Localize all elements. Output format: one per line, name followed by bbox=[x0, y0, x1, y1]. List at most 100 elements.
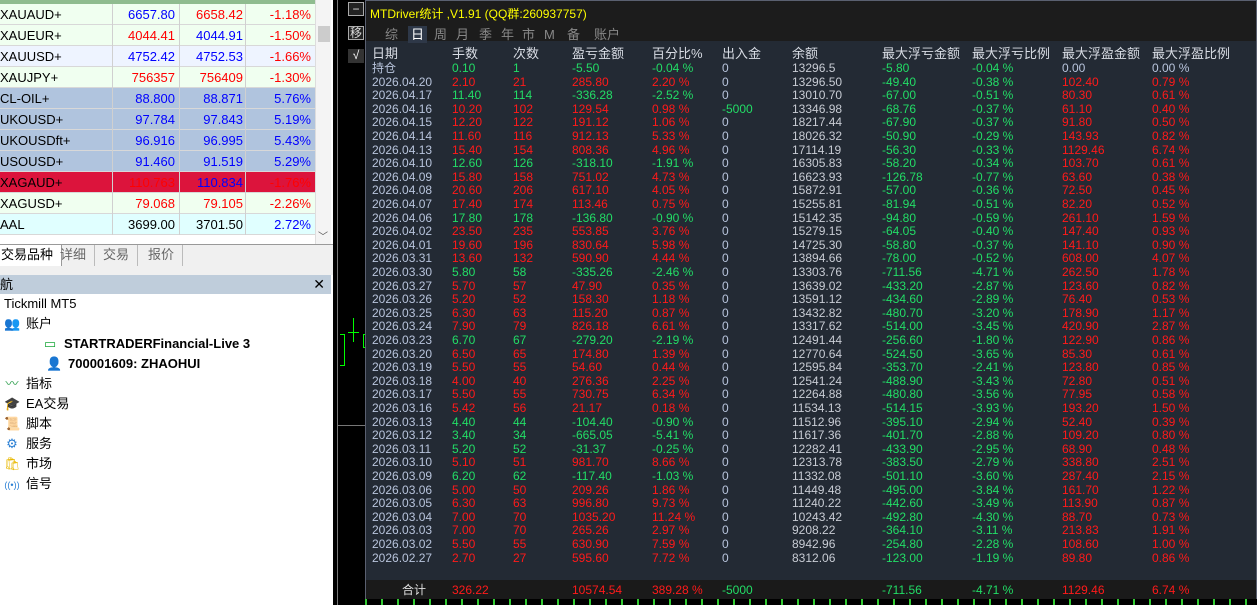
scroll-down-icon[interactable]: ﹀ bbox=[318, 228, 328, 243]
market-watch-row[interactable]: XAUJPY+ 756357 756409 -1.30% bbox=[0, 67, 315, 88]
panel-tab[interactable]: M bbox=[541, 26, 558, 43]
cell-count: 178 bbox=[513, 210, 534, 225]
market-watch-row[interactable]: AAL 3699.00 3701.50 2.72% bbox=[0, 214, 315, 235]
navigator-item[interactable]: 🛍 市场 bbox=[4, 454, 52, 474]
cell-deposit: 0 bbox=[722, 387, 729, 402]
cell-balance: 12491.44 bbox=[792, 333, 843, 347]
cell-date: 2026.04.02 bbox=[372, 224, 433, 239]
cell-max-float-loss-pct: -0.37 % bbox=[972, 237, 1014, 252]
cell-balance: 15255.81 bbox=[792, 197, 843, 211]
cell-lots: 17.40 bbox=[452, 197, 483, 211]
cell-percent: 2.97 % bbox=[652, 523, 690, 538]
market-watch-row[interactable]: XAGUSD+ 79.068 79.105 -2.26% bbox=[0, 193, 315, 214]
axis-tick bbox=[1037, 599, 1039, 605]
cell-lots: 6.50 bbox=[452, 346, 476, 361]
cell-date: 2026.03.10 bbox=[372, 455, 433, 470]
market-watch-row[interactable]: XAUEUR+ 4044.41 4044.91 -1.50% bbox=[0, 25, 315, 46]
market-watch-row[interactable]: XAUUSD+ 4752.42 4752.53 -1.66% bbox=[0, 46, 315, 67]
market-watch-row[interactable]: CL-OIL+ 88.800 88.871 5.76% bbox=[0, 88, 315, 109]
navigator-item[interactable]: ▭ STARTRADERFinancial-Live 3 bbox=[42, 334, 250, 354]
ask-price: 79.105 bbox=[203, 196, 243, 211]
cell-lots: 3.40 bbox=[452, 428, 476, 443]
symbol-name: XAUAUD+ bbox=[0, 7, 62, 22]
axis-tick bbox=[429, 599, 431, 605]
tab-ticks[interactable]: 报价 bbox=[140, 245, 184, 267]
cell-lots: 13.60 bbox=[452, 251, 483, 266]
expert-advisor-icon: 🎓 bbox=[4, 396, 21, 411]
market-watch-row[interactable]: USOUSD+ 91.460 91.519 5.29% bbox=[0, 151, 315, 172]
cell-balance: 16623.93 bbox=[792, 169, 843, 184]
panel-tab[interactable]: 综 bbox=[382, 26, 401, 43]
panel-tab[interactable]: 备 bbox=[564, 26, 583, 43]
cell-max-float-loss-pct: -3.56 % bbox=[972, 387, 1014, 402]
cell-count: 70 bbox=[513, 509, 527, 524]
cell-max-float-profit: 1129.46 bbox=[1062, 142, 1105, 157]
cell-date: 2026.04.14 bbox=[372, 129, 433, 143]
daily-change: -2.26% bbox=[269, 196, 311, 211]
tab-details[interactable]: 详细 bbox=[52, 245, 96, 267]
cell-deposit: 0 bbox=[722, 319, 729, 334]
cell-count: 65 bbox=[513, 346, 527, 361]
axis-tick bbox=[1069, 599, 1071, 605]
navigator-item[interactable]: 〰指标 bbox=[4, 374, 52, 394]
bid-price: 79.068 bbox=[135, 196, 175, 211]
cell-lots: 19.60 bbox=[452, 237, 483, 252]
panel-tab[interactable]: 日 bbox=[408, 26, 428, 43]
cell-max-float-loss-pct: -2.79 % bbox=[972, 455, 1014, 470]
cell-max-float-loss-pct: -2.28 % bbox=[972, 537, 1014, 551]
close-icon[interactable]: ✕ bbox=[313, 275, 325, 294]
ask-price: 4044.91 bbox=[196, 28, 243, 43]
cell-max-float-loss-pct: -0.04 % bbox=[972, 61, 1014, 75]
panel-tab[interactable]: 年 bbox=[498, 26, 517, 43]
market-watch-scrollbar[interactable]: ﹀ bbox=[315, 0, 331, 245]
cell-count: 63 bbox=[513, 305, 527, 320]
total-deposit: -5000 bbox=[722, 583, 753, 597]
chart-area[interactable] bbox=[333, 0, 367, 605]
panel-tab[interactable]: 账户 bbox=[591, 26, 623, 43]
navigator-item[interactable]: 👥 账户 bbox=[4, 314, 52, 334]
cell-balance: 13346.98 bbox=[792, 101, 843, 116]
navigator-item[interactable]: 📜 脚本 bbox=[4, 414, 52, 434]
cell-deposit: 0 bbox=[722, 550, 729, 565]
market-watch-row[interactable]: UKOUSDft+ 96.916 96.995 5.43% bbox=[0, 130, 315, 151]
cell-max-float-loss: -123.00 bbox=[882, 550, 923, 565]
cell-percent: 7.72 % bbox=[652, 550, 690, 565]
cell-max-float-profit-pct: 0.40 % bbox=[1152, 101, 1190, 116]
cell-percent: -1.91 % bbox=[652, 156, 694, 171]
axis-tick bbox=[829, 599, 831, 605]
axis-tick bbox=[1181, 599, 1183, 605]
axis-tick bbox=[1213, 599, 1215, 605]
navigator-item-label: 700001609: ZHAOHUI bbox=[68, 356, 201, 371]
navigator-item[interactable]: ⚙ 服务 bbox=[4, 434, 52, 454]
market-watch-row[interactable]: XAUAUD+ 6657.80 6658.42 -1.18% bbox=[0, 4, 315, 25]
market-watch-row[interactable]: UKOUSD+ 97.784 97.843 5.19% bbox=[0, 109, 315, 130]
cell-deposit: 0 bbox=[722, 88, 729, 103]
minimize-button[interactable]: − bbox=[348, 2, 364, 16]
panel-tab[interactable]: 月 bbox=[453, 26, 472, 43]
cell-percent: 0.98 % bbox=[652, 101, 690, 116]
panel-tab[interactable]: 周 bbox=[431, 26, 450, 43]
market-watch-row[interactable]: XAGAUD+ 110.763 110.834 -1.76% bbox=[0, 172, 315, 193]
cell-max-float-loss: -58.80 bbox=[882, 237, 917, 252]
navigator-item[interactable]: Tickmill MT5 bbox=[4, 294, 76, 314]
cell-profit: -104.40 bbox=[572, 414, 613, 429]
navigator-item[interactable]: ((•)) 信号 bbox=[4, 474, 52, 494]
cell-profit: -335.26 bbox=[572, 265, 613, 279]
cell-date: 2026.04.08 bbox=[372, 183, 433, 198]
navigator-item[interactable]: 👤 700001609: ZHAOHUI bbox=[46, 354, 200, 374]
axis-tick bbox=[1165, 599, 1167, 605]
cell-max-float-loss: -353.70 bbox=[882, 360, 923, 375]
tab-trading[interactable]: 交易 bbox=[95, 245, 139, 267]
panel-tab[interactable]: 市 bbox=[519, 26, 538, 43]
ask-price: 756409 bbox=[199, 70, 243, 85]
panel-tab[interactable]: 季 bbox=[476, 26, 495, 43]
cell-lots: 4.40 bbox=[452, 414, 476, 429]
cell-max-float-profit: 123.80 bbox=[1062, 360, 1099, 375]
navigator-item[interactable]: 🎓 EA交易 bbox=[4, 394, 69, 414]
cell-max-float-loss: -64.05 bbox=[882, 224, 917, 239]
check-button[interactable]: √ bbox=[348, 49, 364, 63]
scrollbar-thumb[interactable] bbox=[318, 26, 330, 42]
cell-date: 2026.03.19 bbox=[372, 360, 433, 375]
cell-max-float-profit: 143.93 bbox=[1062, 129, 1099, 143]
move-button[interactable]: 移 bbox=[348, 26, 364, 40]
